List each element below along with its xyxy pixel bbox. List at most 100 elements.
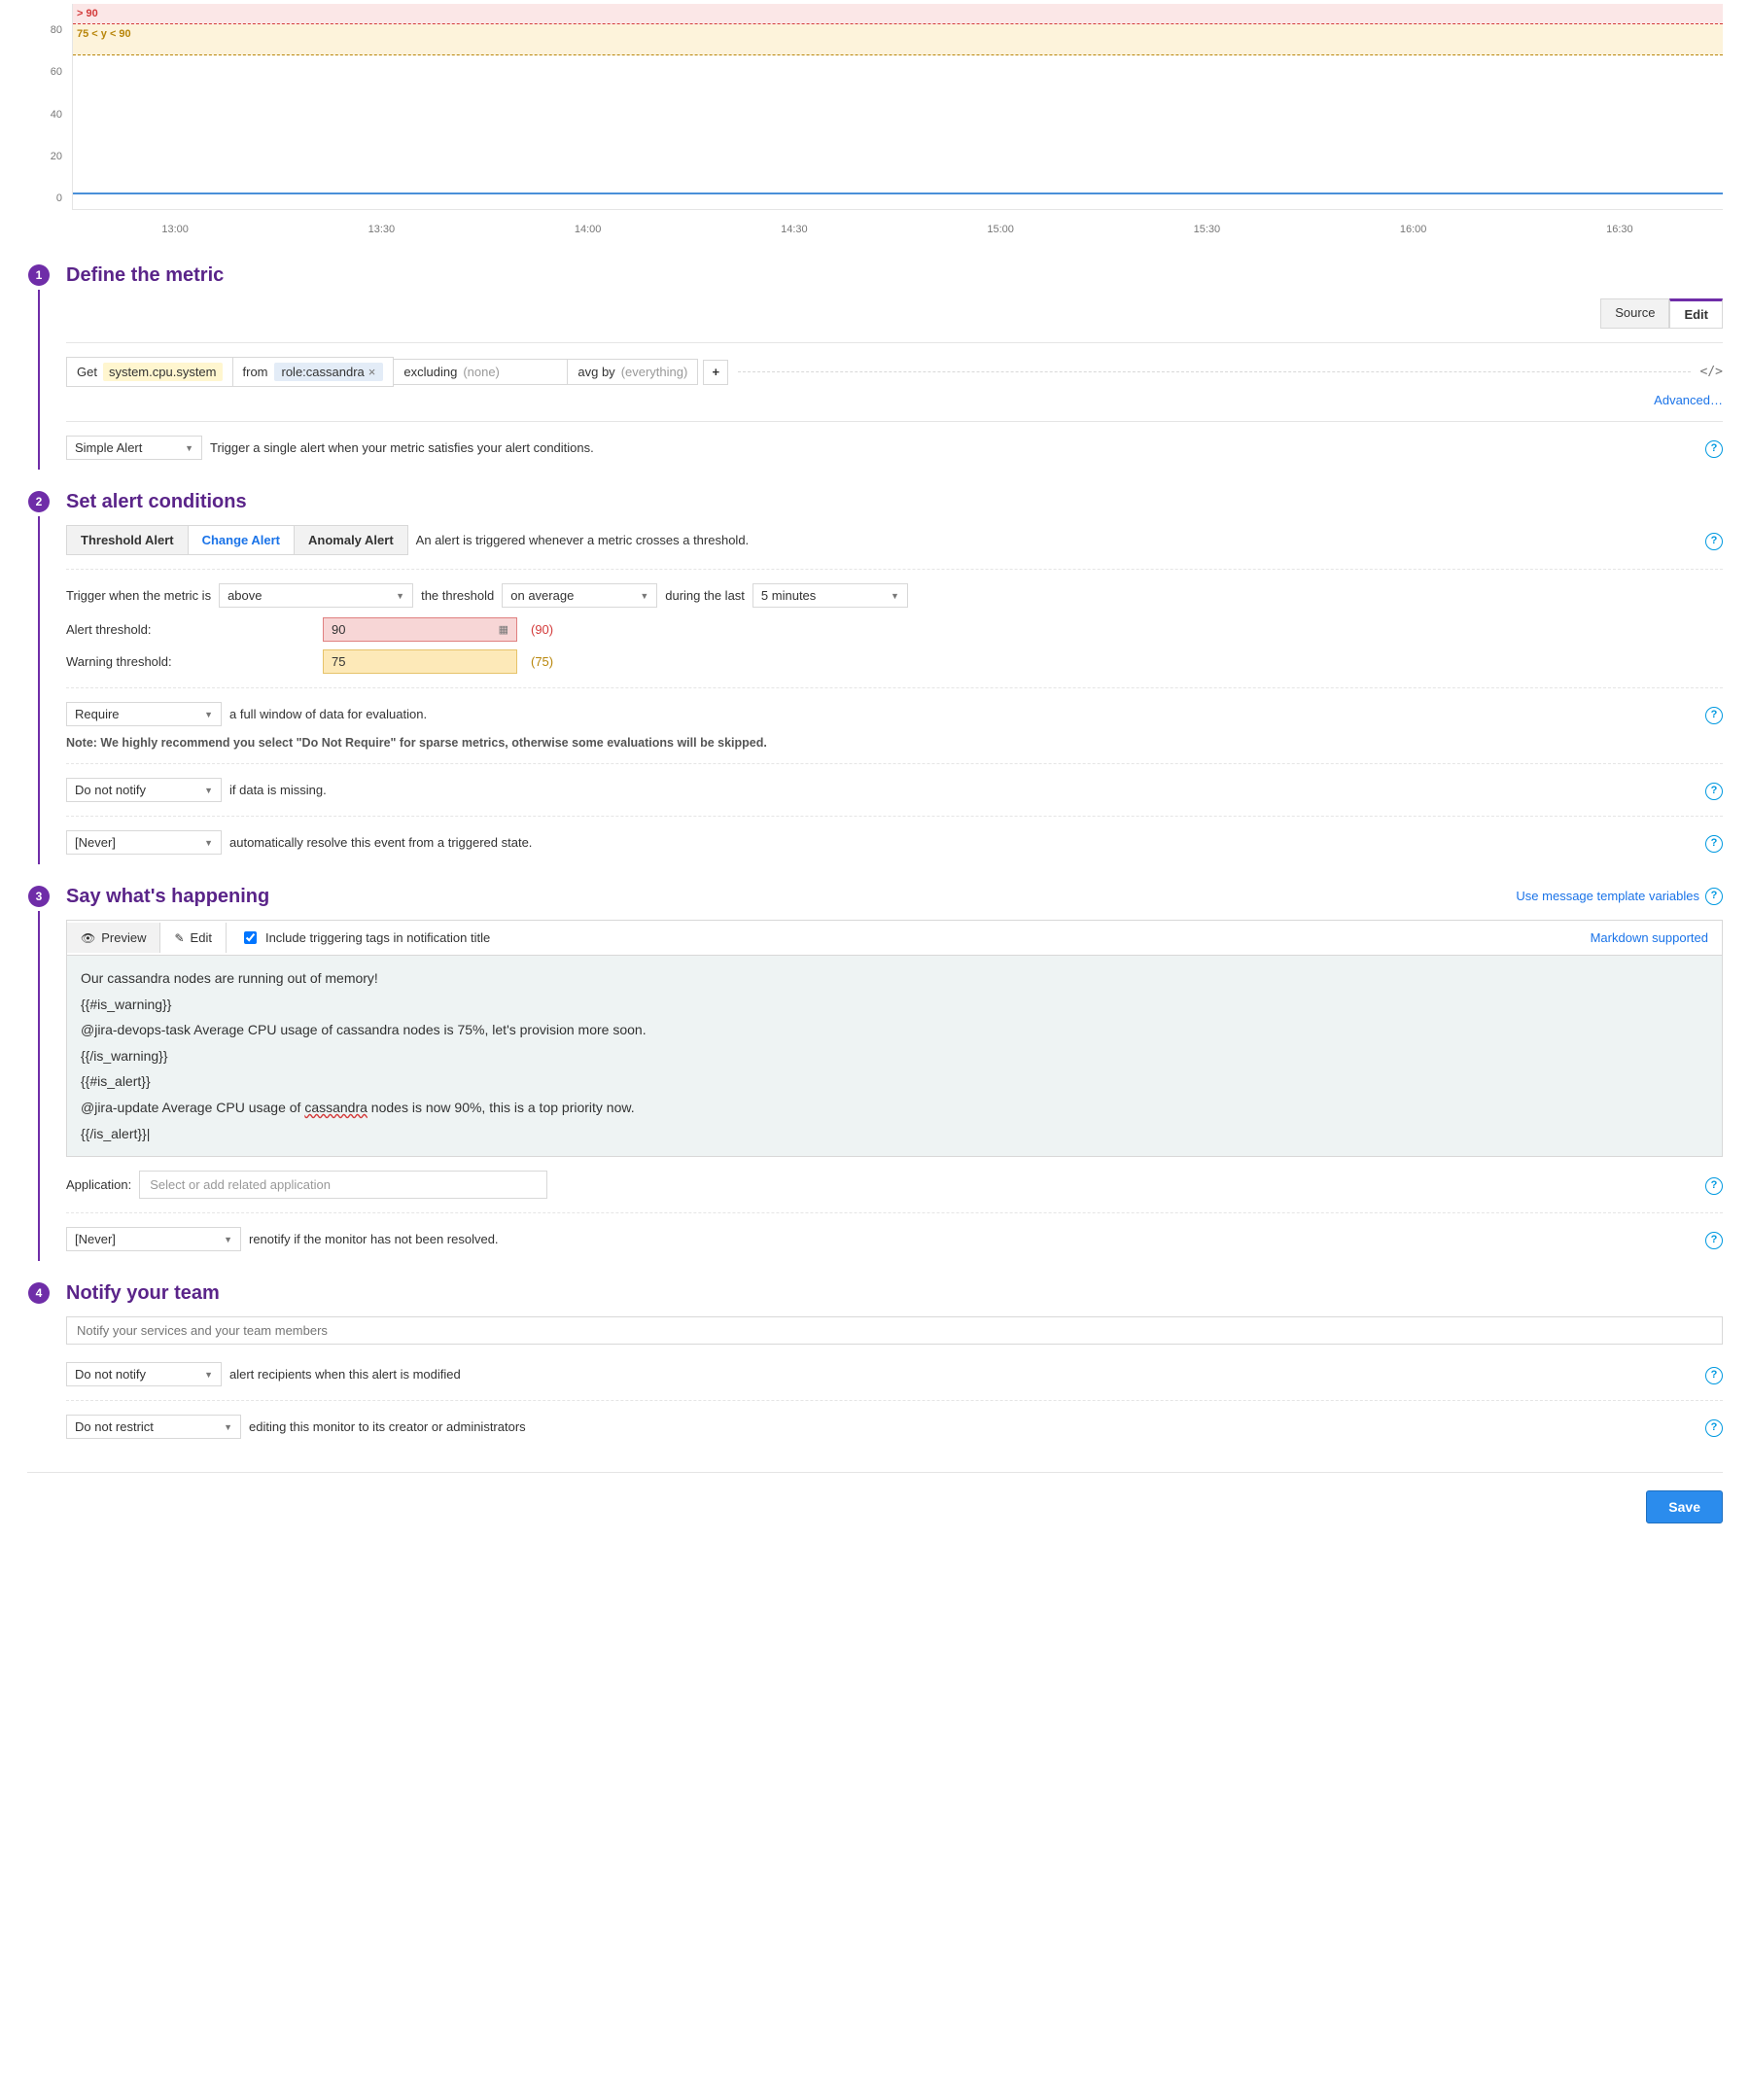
restrict-select[interactable]: Do not restrict▼ [66, 1415, 241, 1439]
warn-threshold-echo: (75) [531, 654, 1723, 669]
method-select[interactable]: on average▼ [502, 583, 657, 608]
add-filter-button[interactable]: + [703, 360, 728, 385]
notify-on-modify-desc: alert recipients when this alert is modi… [229, 1367, 461, 1382]
direction-value: above [228, 588, 262, 603]
direction-select[interactable]: above ▼ [219, 583, 413, 608]
x-tick: 13:30 [368, 224, 396, 235]
require-note: Note: We highly recommend you select "Do… [66, 736, 1723, 750]
query-aggregate[interactable]: avg by (everything) [567, 359, 698, 385]
query-get[interactable]: Get system.cpu.system [66, 357, 233, 387]
metric-chart: 100 80 60 40 20 0 > 90 75 < y < 90 13:00… [27, 0, 1723, 243]
caret-icon: ▼ [185, 443, 193, 453]
include-tags-input[interactable] [244, 931, 257, 944]
query-from[interactable]: from role:cassandra× [232, 357, 395, 387]
step-line [38, 516, 40, 864]
stepper-icon[interactable]: ▦ [499, 623, 508, 636]
code-icon[interactable]: </> [1700, 365, 1723, 379]
restrict-value: Do not restrict [75, 1419, 154, 1434]
alert-mode-select[interactable]: Simple Alert ▼ [66, 436, 202, 460]
message-editor[interactable]: Our cassandra nodes are running out of m… [66, 955, 1723, 1157]
tab-edit[interactable]: Edit [1669, 298, 1723, 329]
help-icon[interactable] [1705, 781, 1723, 800]
help-icon[interactable] [1705, 1365, 1723, 1384]
warn-threshold-label: Warning threshold: [66, 654, 309, 669]
x-tick: 14:00 [575, 224, 602, 235]
step1-title: Define the metric [66, 264, 224, 287]
help-icon[interactable] [1705, 1230, 1723, 1249]
tab-change-alert[interactable]: Change Alert [189, 526, 295, 554]
y-tick: 60 [51, 66, 62, 78]
msg-line: {{#is_alert}} [81, 1073, 151, 1089]
alert-threshold-value: 90 [332, 622, 345, 637]
application-label: Application: [66, 1177, 131, 1192]
alert-threshold-label: Alert threshold: [66, 622, 309, 637]
tab-anomaly-alert[interactable]: Anomaly Alert [295, 526, 407, 554]
include-tags-checkbox[interactable]: Include triggering tags in notification … [227, 921, 504, 955]
markdown-supported-link[interactable]: Markdown supported [1577, 923, 1722, 953]
autoresolve-value: [Never] [75, 835, 116, 850]
tab-preview[interactable]: Preview [67, 923, 160, 953]
require-desc: a full window of data for evaluation. [229, 707, 427, 721]
query-tag[interactable]: role:cassandra× [274, 363, 384, 381]
step-bullet-3: 3 [28, 886, 50, 907]
missing-desc: if data is missing. [229, 783, 327, 797]
alert-type-tabs: Threshold Alert Change Alert Anomaly Ale… [66, 525, 408, 555]
x-tick: 15:30 [1194, 224, 1221, 235]
renotify-select[interactable]: [Never] ▼ [66, 1227, 241, 1251]
y-tick: 20 [51, 151, 62, 162]
help-icon[interactable] [1705, 1175, 1723, 1195]
alert-threshold-input[interactable]: 90 ▦ [323, 617, 517, 642]
autoresolve-desc: automatically resolve this event from a … [229, 835, 532, 850]
x-tick: 16:00 [1400, 224, 1427, 235]
remove-tag-icon[interactable]: × [368, 365, 376, 379]
alert-band [73, 4, 1723, 24]
y-axis: 100 80 60 40 20 0 [27, 0, 68, 210]
query-tag-text: role:cassandra [282, 365, 365, 379]
x-tick: 14:30 [781, 224, 808, 235]
x-tick: 13:00 [161, 224, 189, 235]
help-icon[interactable] [1705, 438, 1723, 458]
msg-line: @jira-devops-task Average CPU usage of c… [81, 1022, 647, 1037]
window-select[interactable]: 5 minutes▼ [752, 583, 908, 608]
plot-area[interactable]: > 90 75 < y < 90 [72, 4, 1723, 210]
missing-value: Do not notify [75, 783, 146, 797]
help-icon[interactable] [1705, 705, 1723, 724]
help-icon[interactable] [1705, 1418, 1723, 1437]
query-metric[interactable]: system.cpu.system [103, 363, 223, 381]
caret-icon: ▼ [396, 591, 404, 601]
y-tick: 80 [51, 24, 62, 36]
notify-on-modify-select[interactable]: Do not notify▼ [66, 1362, 222, 1386]
step-bullet-4: 4 [28, 1282, 50, 1304]
tab-edit-message[interactable]: Edit [160, 923, 226, 953]
application-input[interactable]: Select or add related application [139, 1171, 547, 1199]
missing-select[interactable]: Do not notify▼ [66, 778, 222, 802]
metric-query-row: Get system.cpu.system from role:cassandr… [66, 357, 1723, 387]
include-tags-label: Include triggering tags in notification … [265, 930, 490, 945]
query-excluding-label: excluding [403, 365, 457, 379]
renotify-value: [Never] [75, 1232, 116, 1246]
query-excluding[interactable]: excluding (none) [393, 359, 568, 385]
msg-line: {{#is_warning}} [81, 997, 171, 1012]
tab-source[interactable]: Source [1600, 298, 1669, 329]
autoresolve-select[interactable]: [Never]▼ [66, 830, 222, 855]
window-value: 5 minutes [761, 588, 816, 603]
save-button[interactable]: Save [1646, 1490, 1723, 1523]
help-icon[interactable] [1705, 531, 1723, 550]
template-variables-link[interactable]: Use message template variables [1516, 889, 1699, 903]
warn-threshold-input[interactable]: 75 [323, 649, 517, 674]
query-excluding-value: (none) [463, 365, 500, 379]
series-line [73, 192, 1723, 194]
help-icon[interactable] [1705, 833, 1723, 853]
step-bullet-1: 1 [28, 264, 50, 286]
alert-mode-value: Simple Alert [75, 440, 142, 455]
spellcheck-word: cassandra [304, 1100, 368, 1115]
tab-threshold-alert[interactable]: Threshold Alert [67, 526, 189, 554]
notify-input[interactable] [66, 1316, 1723, 1345]
advanced-link[interactable]: Advanced… [1654, 393, 1723, 407]
step-bullet-2: 2 [28, 491, 50, 512]
renotify-desc: renotify if the monitor has not been res… [249, 1232, 499, 1246]
step2-title: Set alert conditions [66, 491, 1723, 513]
require-select[interactable]: Require▼ [66, 702, 222, 726]
help-icon[interactable] [1705, 886, 1723, 905]
caret-icon: ▼ [224, 1235, 232, 1244]
